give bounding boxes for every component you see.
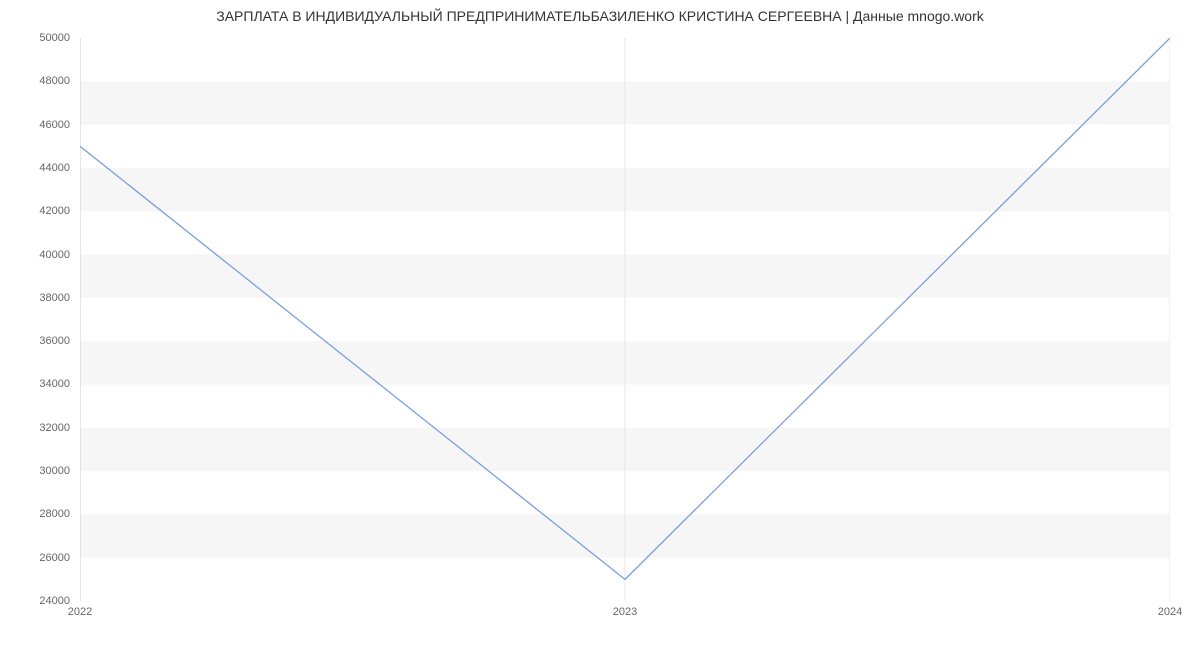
chart-container: ЗАРПЛАТА В ИНДИВИДУАЛЬНЫЙ ПРЕДПРИНИМАТЕЛ… (0, 0, 1200, 650)
y-tick-label: 36000 (0, 335, 70, 347)
chart-svg (80, 38, 1170, 601)
x-tick-label: 2024 (1158, 606, 1182, 618)
y-tick-label: 44000 (0, 162, 70, 174)
y-tick-label: 46000 (0, 119, 70, 131)
y-tick-label: 40000 (0, 249, 70, 261)
y-tick-label: 32000 (0, 422, 70, 434)
y-tick-label: 26000 (0, 552, 70, 564)
y-tick-label: 48000 (0, 75, 70, 87)
plot-area (80, 38, 1170, 601)
y-tick-label: 38000 (0, 292, 70, 304)
y-tick-label: 34000 (0, 378, 70, 390)
x-tick-label: 2022 (68, 606, 92, 618)
x-tick-label: 2023 (613, 606, 637, 618)
y-tick-label: 24000 (0, 595, 70, 607)
y-tick-label: 42000 (0, 205, 70, 217)
chart-title: ЗАРПЛАТА В ИНДИВИДУАЛЬНЫЙ ПРЕДПРИНИМАТЕЛ… (0, 8, 1200, 24)
y-tick-label: 30000 (0, 465, 70, 477)
y-tick-label: 28000 (0, 508, 70, 520)
y-tick-label: 50000 (0, 32, 70, 44)
